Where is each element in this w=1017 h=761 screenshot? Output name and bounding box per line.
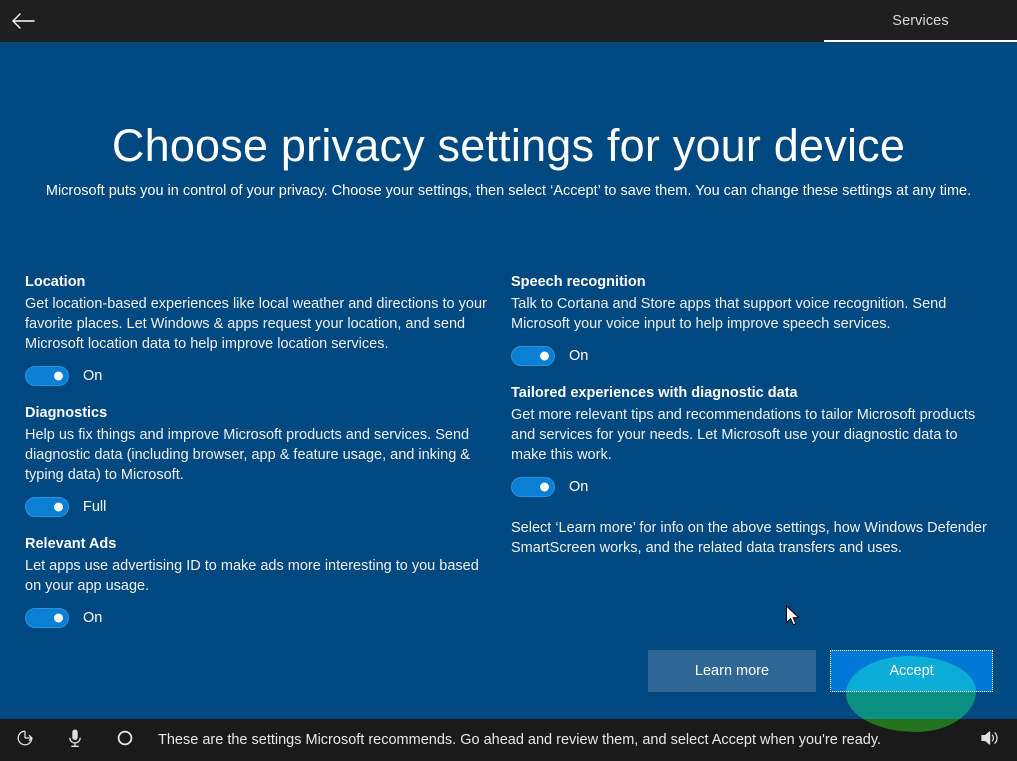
speech-recognition-toggle[interactable] [511,346,555,366]
setting-toggle-row: On [511,345,991,367]
setting-relevant-ads: Relevant Ads Let apps use advertising ID… [25,534,495,629]
toggle-state-label: On [569,348,589,364]
toggle-state-label: On [83,368,103,384]
mouse-cursor [785,604,801,632]
setting-title: Relevant Ads [25,536,117,552]
toggle-knob [54,502,63,512]
setting-title: Tailored experiences with diagnostic dat… [511,385,798,401]
setting-toggle-row: On [511,476,991,498]
location-toggle[interactable] [25,366,69,386]
settings-column-left: Location Get location-based experiences … [25,272,495,645]
taskbar-message: These are the settings Microsoft recomme… [158,732,882,748]
volume-button[interactable] [962,719,1017,761]
microphone-icon [65,727,85,754]
privacy-settings-page: Choose privacy settings for your device … [0,42,1017,732]
setting-speech-recognition: Speech recognition Talk to Cortana and S… [511,272,991,367]
toggle-state-label: On [83,610,103,626]
setting-toggle-row: On [25,607,495,629]
tailored-experiences-toggle[interactable] [511,477,555,497]
setting-diagnostics: Diagnostics Help us fix things and impro… [25,403,495,518]
microphone-button[interactable] [50,719,100,761]
ease-of-access-button[interactable] [0,719,50,761]
accept-button[interactable]: Accept [830,650,993,692]
setting-description: Help us fix things and improve Microsoft… [25,427,470,483]
taskbar: These are the settings Microsoft recomme… [0,719,1017,761]
setting-description: Get location-based experiences like loca… [25,296,487,352]
cortana-circle-icon [115,728,135,753]
learn-more-info-note: Select ‘Learn more’ for info on the abov… [511,520,987,556]
learn-more-button[interactable]: Learn more [648,650,816,692]
page-title: Choose privacy settings for your device [111,120,906,171]
back-arrow-icon [10,11,36,31]
toggle-knob [540,351,549,361]
toggle-knob [540,482,549,492]
page-subtitle: Microsoft puts you in control of your pr… [45,183,972,199]
setting-tailored-experiences: Tailored experiences with diagnostic dat… [511,383,991,498]
setting-title: Speech recognition [511,274,646,290]
setting-description: Let apps use advertising ID to make ads … [25,558,479,594]
title-bar: Services [0,0,1017,42]
setting-location: Location Get location-based experiences … [25,272,495,387]
setting-description: Get more relevant tips and recommendatio… [511,407,976,463]
toggle-state-label: On [569,479,589,495]
cortana-button[interactable] [100,719,150,761]
setting-description: Talk to Cortana and Store apps that supp… [511,296,947,332]
toggle-state-label: Full [83,499,107,515]
toggle-knob [54,613,63,623]
toggle-knob [54,371,63,381]
ease-of-access-icon [15,728,35,753]
volume-icon [979,728,1001,753]
services-tab-label[interactable]: Services [824,0,1017,42]
back-button[interactable] [0,0,46,42]
setting-toggle-row: On [25,365,495,387]
setting-toggle-row: Full [25,496,495,518]
relevant-ads-toggle[interactable] [25,608,69,628]
setting-title: Location [25,274,86,290]
settings-column-right: Speech recognition Talk to Cortana and S… [511,272,991,558]
action-button-row: Learn more Accept [0,650,1017,732]
setting-title: Diagnostics [25,405,108,421]
diagnostics-toggle[interactable] [25,497,69,517]
